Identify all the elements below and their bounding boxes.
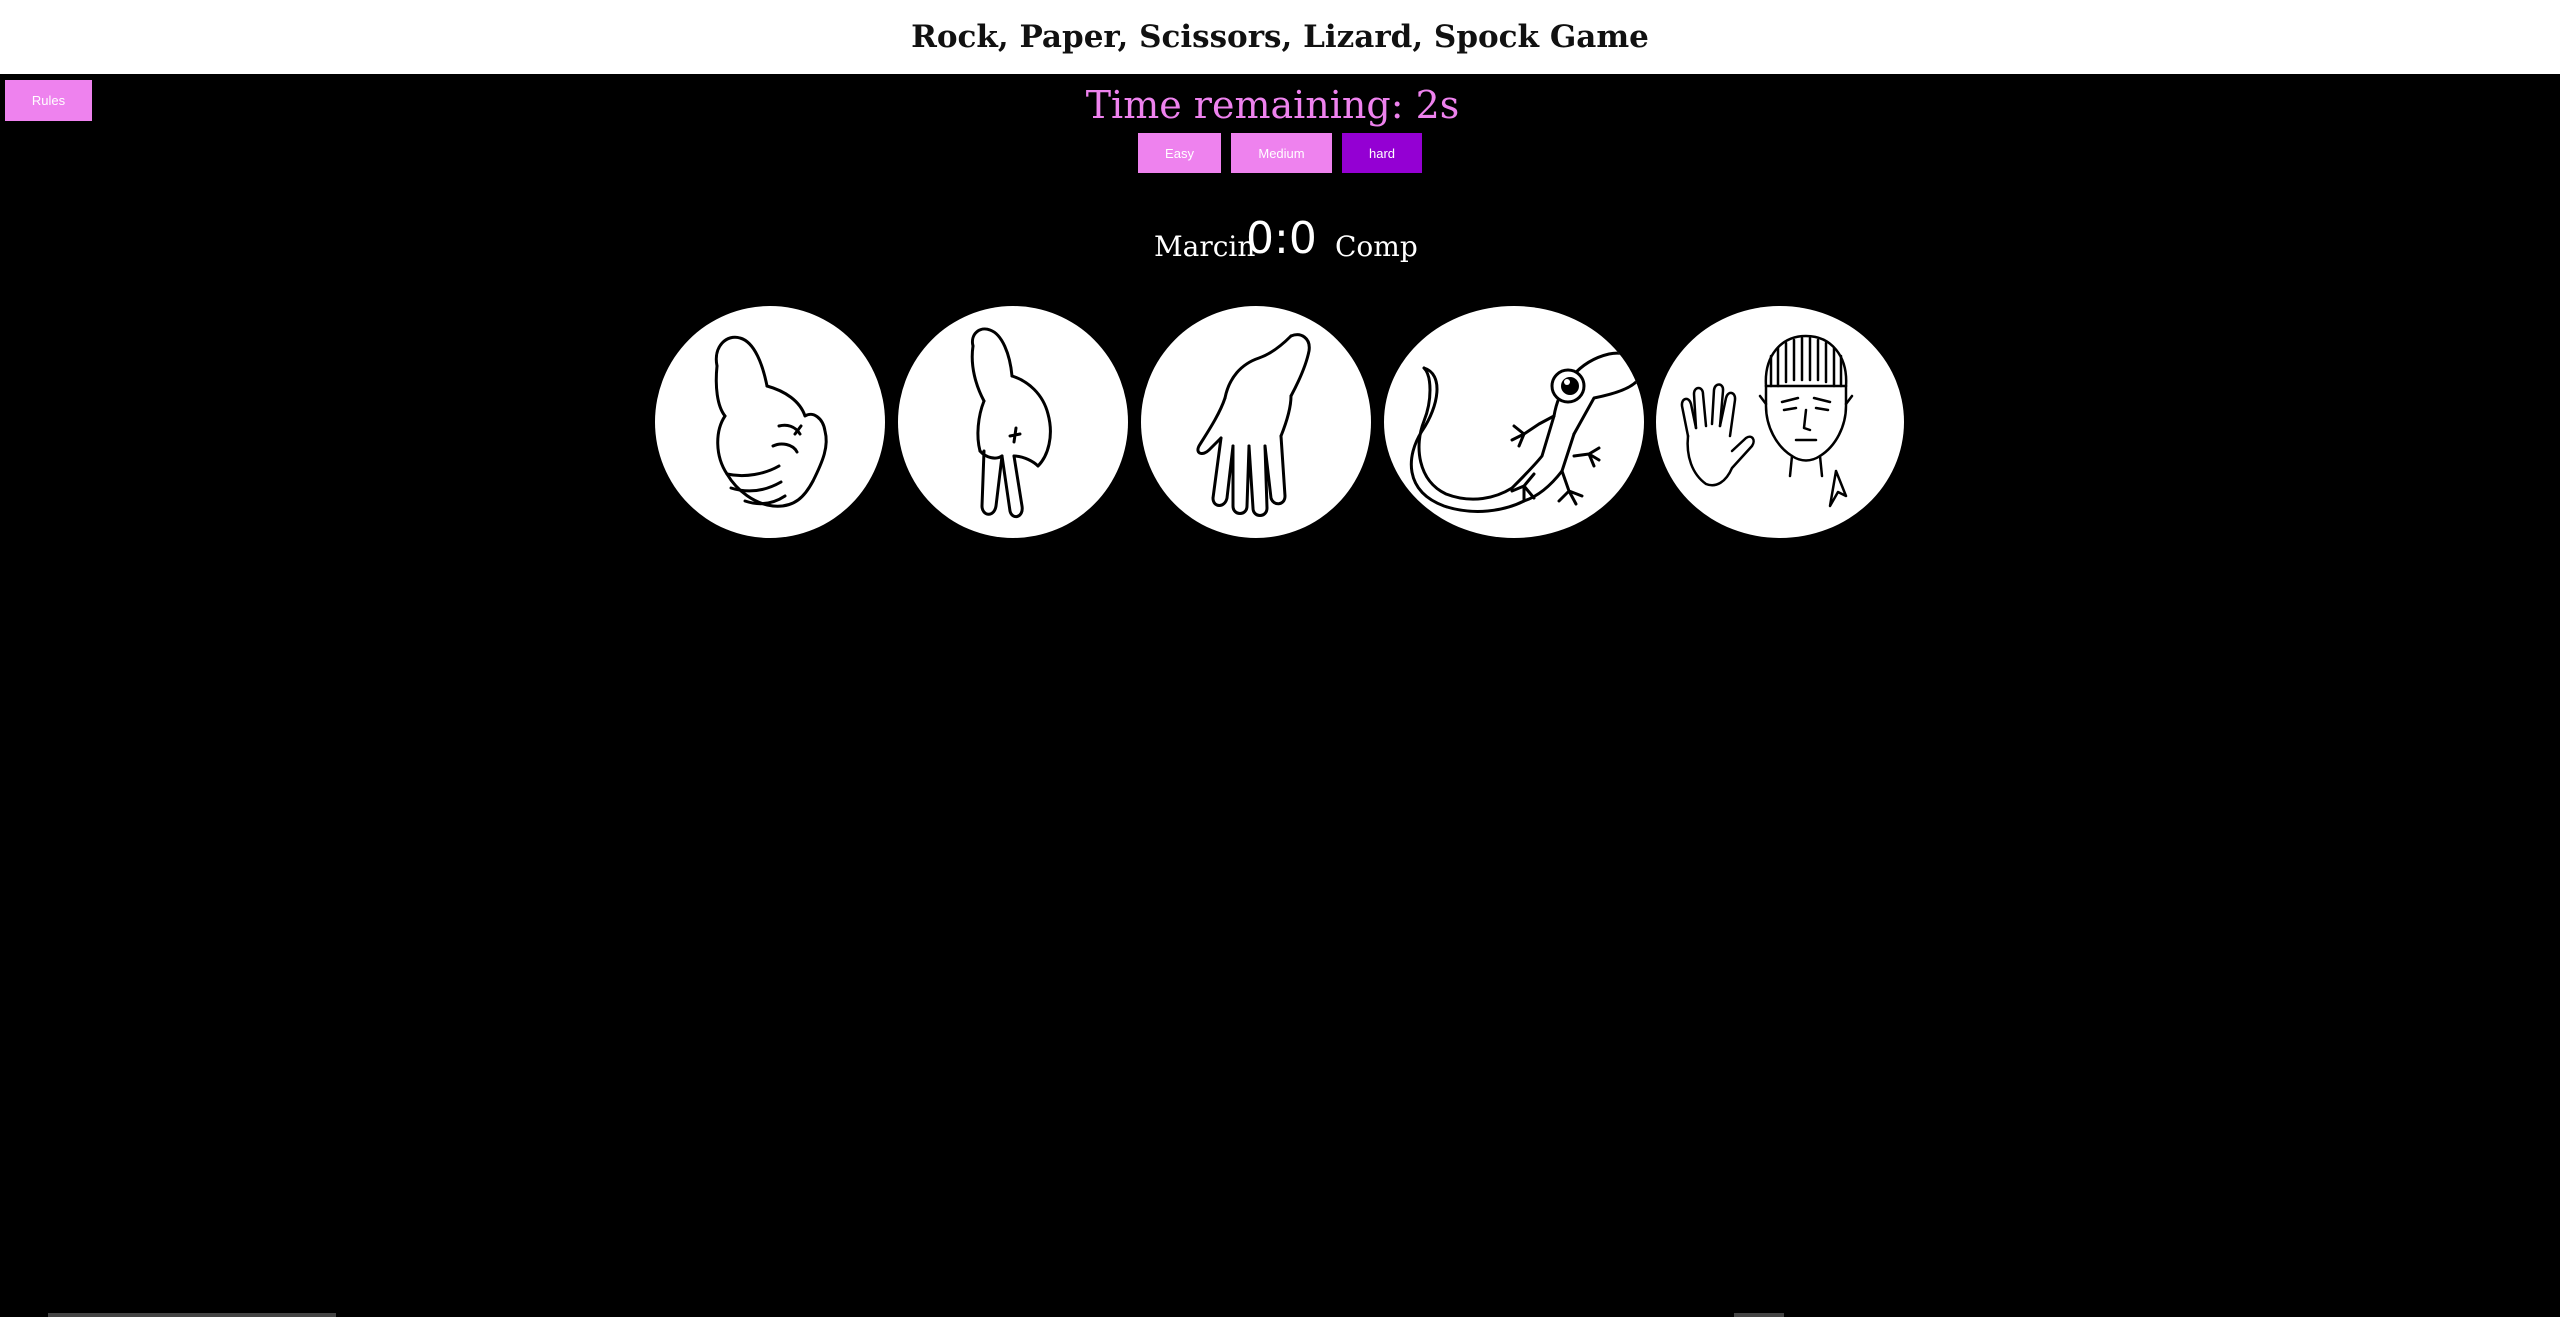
paper-hand-icon (1196, 333, 1311, 517)
difficulty-medium-button[interactable]: Medium (1231, 133, 1332, 173)
score: 0:0 (1246, 213, 1317, 264)
difficulty-easy-button[interactable]: Easy (1138, 133, 1221, 173)
computer-name: Comp (1335, 230, 1418, 263)
choice-lizard-button[interactable] (1384, 306, 1644, 538)
lizard-icon (1409, 351, 1643, 513)
time-remaining: Time remaining: 2s (1085, 83, 1460, 127)
scoreboard: Marcin 0:0 Comp (0, 205, 2560, 275)
scrollbar-right (1734, 1313, 1784, 1317)
player-name: Marcin (1154, 230, 1256, 263)
page-header: Rock, Paper, Scissors, Lizard, Spock Gam… (0, 0, 2560, 74)
difficulty-hard-button[interactable]: hard (1342, 133, 1422, 173)
choice-rock-button[interactable] (655, 306, 885, 538)
scrollbar-left (48, 1313, 336, 1317)
choice-spock-button[interactable] (1656, 306, 1904, 538)
rock-fist-icon (714, 335, 828, 508)
spock-icon (1680, 334, 1854, 508)
choice-scissors-button[interactable] (898, 306, 1128, 538)
choice-paper-button[interactable] (1141, 306, 1371, 538)
scissors-hand-icon (970, 327, 1052, 519)
page-title: Rock, Paper, Scissors, Lizard, Spock Gam… (911, 19, 1649, 55)
